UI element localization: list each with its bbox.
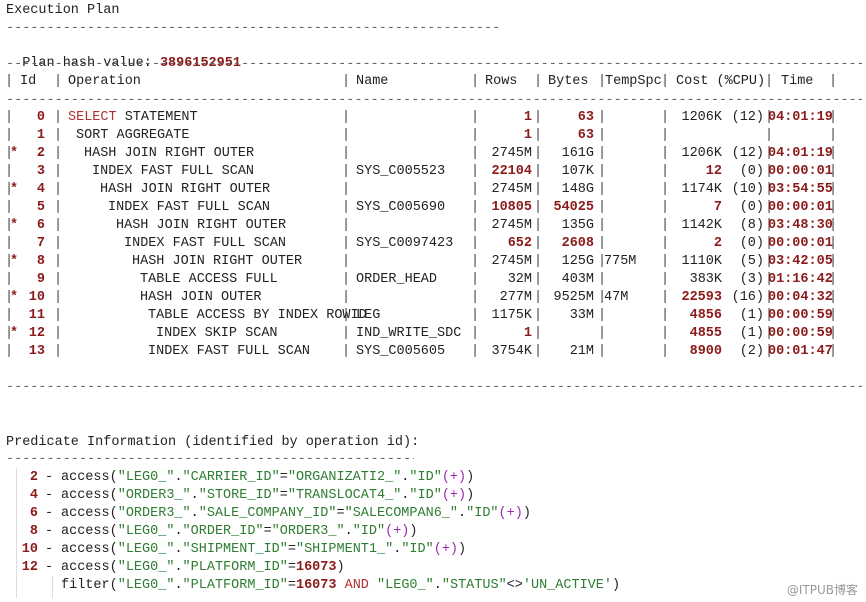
predicate-number: 16073 [295, 578, 337, 593]
predicate-id: 2 [29, 470, 38, 485]
predicate-operator: = [336, 506, 345, 521]
predicate-string: "ID" [466, 506, 499, 521]
predicate-text: . [458, 506, 467, 521]
predicate-text: ( [109, 488, 118, 503]
predicate-text-line: access("LEG0_"."PLATFORM_ID"=16073) [61, 559, 345, 577]
predicate-text [337, 578, 345, 593]
outer-join-marker: (+) [441, 470, 467, 485]
predicate-id: 4 [29, 488, 38, 503]
predicate-text: . [174, 542, 183, 557]
predicate-text-line: filter("LEG0_"."PLATFORM_ID"=16073 AND "… [61, 577, 620, 595]
predicate-string: "ORDER3_" [117, 506, 191, 521]
predicate-text-line: access("LEG0_"."CARRIER_ID"="ORGANIZATI2… [61, 469, 474, 487]
predicate-string: "SHIPMENT_ID" [182, 542, 288, 557]
predicate-text: ) [409, 524, 418, 539]
predicate-literal: 'UN_ACTIVE' [522, 578, 612, 593]
predicate-string: "LEG0_" [117, 578, 175, 593]
predicate-operator: = [263, 524, 272, 539]
predicate-text-line: access("ORDER3_"."STORE_ID"="TRANSLOCAT4… [61, 487, 474, 505]
predicate-string: "LEG0_" [377, 578, 434, 593]
predicate-text: ) [336, 560, 345, 575]
predicate-string: "ID" [409, 488, 442, 503]
predicate-string: "ORGANIZATI2_" [287, 470, 402, 485]
predicate-text-line: access("LEG0_"."ORDER_ID"="ORDER3_"."ID"… [61, 523, 418, 541]
predicate-string: "LEG0_" [117, 470, 175, 485]
predicate-list: 2- access("LEG0_"."CARRIER_ID"="ORGANIZAT… [0, 0, 866, 602]
predicate-text: ( [109, 506, 118, 521]
predicate-string: "ID" [352, 524, 386, 539]
predicate-text: . [174, 524, 183, 539]
predicate-string: "LEG0_" [117, 542, 175, 557]
predicate-string: "STORE_ID" [198, 488, 280, 503]
predicate-operator: = [287, 542, 296, 557]
predicate-string: "ORDER3_" [117, 488, 191, 503]
predicate-operator: = [279, 488, 288, 503]
predicate-id: 12 [21, 560, 38, 575]
predicate-text: ) [612, 578, 621, 593]
predicate-id: 10 [21, 542, 38, 557]
predicate-text: ) [458, 542, 467, 557]
predicate-dash: - [45, 542, 54, 557]
predicate-text: access [61, 542, 110, 557]
predicate-string: "CARRIER_ID" [182, 470, 280, 485]
outer-join-marker: (+) [385, 524, 410, 539]
predicate-text: access [61, 488, 110, 503]
outer-join-marker: (+) [498, 506, 523, 521]
predicate-string: "ORDER3_" [271, 524, 345, 539]
predicate-text: . [174, 560, 183, 575]
predicate-string: "PLATFORM_ID" [182, 578, 288, 593]
predicate-text: access [61, 506, 110, 521]
predicate-string: "ID" [401, 542, 434, 557]
predicate-string: "TRANSLOCAT4_" [287, 488, 402, 503]
predicate-text: access [61, 470, 110, 485]
predicate-string: "LEG0_" [117, 524, 175, 539]
predicate-text-line: access("ORDER3_"."SALE_COMPANY_ID"="SALE… [61, 505, 531, 523]
predicate-text: . [174, 578, 183, 593]
predicate-text: ( [109, 470, 118, 485]
predicate-string: "STATUS" [441, 578, 507, 593]
predicate-dash: - [45, 560, 54, 575]
predicate-text: ) [466, 488, 475, 503]
predicate-text: . [190, 506, 199, 521]
outer-join-marker: (+) [433, 542, 459, 557]
predicate-text: . [174, 470, 183, 485]
predicate-text: filter [61, 578, 110, 593]
predicate-text: ) [522, 506, 531, 521]
predicate-dash: - [45, 470, 54, 485]
predicate-operator: <> [506, 578, 523, 593]
predicate-text: ( [109, 542, 118, 557]
predicate-text: ( [109, 560, 118, 575]
predicate-text-line: access("LEG0_"."SHIPMENT_ID"="SHIPMENT1_… [61, 541, 466, 559]
predicate-operator: = [279, 470, 288, 485]
predicate-text: ) [466, 470, 475, 485]
outer-join-marker: (+) [441, 488, 467, 503]
predicate-dash: - [45, 506, 54, 521]
predicate-dash: - [45, 524, 54, 539]
predicate-string: "SALE_COMPANY_ID" [198, 506, 337, 521]
predicate-text [369, 578, 377, 593]
predicate-dash: - [45, 488, 54, 503]
predicate-text: ( [109, 578, 118, 593]
predicate-operator: = [287, 578, 296, 593]
predicate-string: "PLATFORM_ID" [182, 560, 288, 575]
predicate-guide [52, 576, 53, 598]
predicate-text: access [61, 560, 110, 575]
predicate-string: "ID" [409, 470, 442, 485]
predicate-keyword: AND [344, 578, 369, 593]
predicate-id: 8 [29, 524, 38, 539]
watermark: @ITPUB博客 [786, 583, 858, 597]
predicate-text: . [344, 524, 353, 539]
predicate-text: access [61, 524, 110, 539]
predicate-string: "LEG0_" [117, 560, 175, 575]
predicate-string: "SHIPMENT1_" [295, 542, 394, 557]
predicate-text: . [433, 578, 442, 593]
predicate-string: "SALECOMPAN6_" [344, 506, 459, 521]
predicate-text: . [190, 488, 199, 503]
predicate-id: 6 [29, 506, 38, 521]
predicate-operator: = [287, 560, 296, 575]
predicate-text: ( [109, 524, 118, 539]
predicate-string: "ORDER_ID" [182, 524, 264, 539]
predicate-number: 16073 [295, 560, 337, 575]
